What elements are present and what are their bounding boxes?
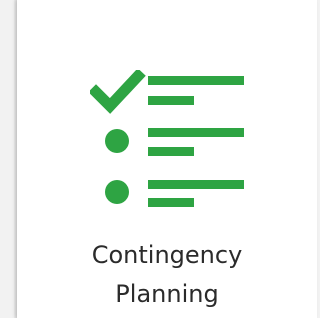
list-line-short <box>148 147 194 156</box>
bullet-icon <box>105 129 129 153</box>
checkmark-icon <box>90 70 146 114</box>
list-line-long <box>148 76 244 85</box>
card-title-line-1: Contingency <box>91 241 243 269</box>
list-line-short <box>148 198 194 207</box>
list-line-long <box>148 128 244 137</box>
list-line-long <box>148 180 244 189</box>
checklist-icon <box>90 70 244 207</box>
list-line-short <box>148 96 194 105</box>
bullet-icon <box>105 180 129 204</box>
card-title: Contingency Planning <box>17 236 317 314</box>
card-title-line-2: Planning <box>115 280 219 308</box>
